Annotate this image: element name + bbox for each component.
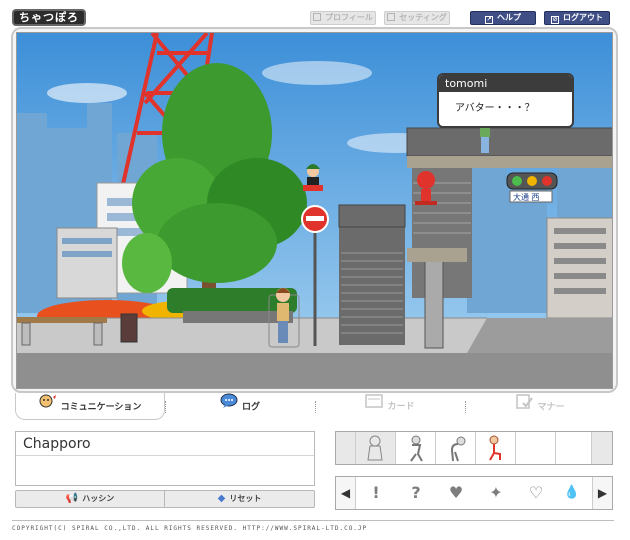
sidewalk [17,318,487,353]
bow-pose-button[interactable] [436,432,476,464]
road [17,353,612,388]
street-sign-text: 大通 西 [513,192,540,202]
emotion-panel: ◀ ! ? ♥ ✦ ♡ 💧 ▶ [335,476,613,510]
tab-card: カード [315,393,465,420]
empty-pose-slot [516,432,556,464]
tab-label: コミュニケーション [60,402,142,413]
clipboard-icon [515,393,534,421]
arrow-icon: ↗ [485,16,493,24]
card-icon [365,393,384,420]
pose-panel-edge [592,432,612,464]
bubble-message: アバター・・・？ [455,103,535,114]
settings-button: セッティング [384,11,450,25]
chat-input-area[interactable]: Chapporo [15,431,315,486]
settings-label: セッティング [399,13,447,22]
sweat-drop-emote[interactable]: 💧 [552,477,592,509]
empty-pose-slot [556,432,592,464]
logout-label: ログアウト [563,13,603,22]
tab-bar: コミュニケーション ログ カード マナー [15,393,615,420]
trash-bin [120,313,138,343]
love-emote[interactable]: ♡ [516,477,556,509]
sit-pose-button[interactable] [476,432,516,464]
tab-log[interactable]: ログ [165,393,315,420]
chat-button-row: 📢 ハッシン ◆ リセット [15,490,315,508]
site-logo: ちゃつぽろ [12,9,86,26]
game-scene[interactable]: 大通 西 tomomi アバター・・・？ [16,32,613,389]
right-building [546,217,612,319]
logout-button[interactable]: ⊘ ログアウト [544,11,610,25]
stand-pose-icon [367,435,383,461]
chat-input[interactable]: Chapporo [16,432,314,456]
eraser-icon: ◆ [217,493,226,504]
pose-panel-edge [336,432,356,464]
footer-copyright: COPYRIGHT(C) SPIRAL CO.,LTD. ALL RIGHTS … [12,520,614,532]
tab-label: ログ [241,402,260,413]
tab-label: カード [387,402,415,412]
send-button[interactable]: 📢 ハッシン [16,491,165,507]
speech-bubble-icon [220,393,238,421]
reset-button[interactable]: ◆ リセット [165,491,314,507]
stand-pose-button[interactable] [356,432,396,464]
question-emote[interactable]: ? [396,477,436,509]
bow-pose-icon [450,436,466,462]
profile-label: プロフィール [325,13,373,22]
tab-label: マナー [537,402,565,413]
header-bar: ちゃつぽろ プロフィール セッティング ↗ ヘルプ ⊘ ログアウト [0,0,630,30]
planter [183,311,293,323]
megaphone-icon: 📢 [65,493,79,504]
arrow-icon [387,13,396,21]
face-icon [39,393,57,421]
tab-manners: マナー [465,393,615,420]
walk-pose-icon [410,435,423,462]
emote-prev-arrow[interactable]: ◀ [336,477,356,509]
sparkle-emote[interactable]: ✦ [476,477,516,509]
bubble-user-name: tomomi [439,75,572,92]
exclamation-emote[interactable]: ! [356,477,396,509]
send-label: ハッシン [82,494,115,503]
help-button[interactable]: ↗ ヘルプ [470,11,536,25]
arrow-icon [313,13,322,21]
help-label: ヘルプ [497,13,521,22]
emote-next-arrow[interactable]: ▶ [592,477,612,509]
reset-label: リセット [229,494,262,503]
walk-pose-button[interactable] [396,432,436,464]
speech-bubble: tomomi アバター・・・？ [437,73,574,128]
heart-emote[interactable]: ♥ [436,477,476,509]
tab-communication[interactable]: コミュニケーション [15,393,165,420]
sit-pose-icon [489,435,501,461]
profile-button: プロフィール [310,11,376,25]
pose-panel [335,431,613,465]
close-box-icon: ⊘ [551,16,559,24]
